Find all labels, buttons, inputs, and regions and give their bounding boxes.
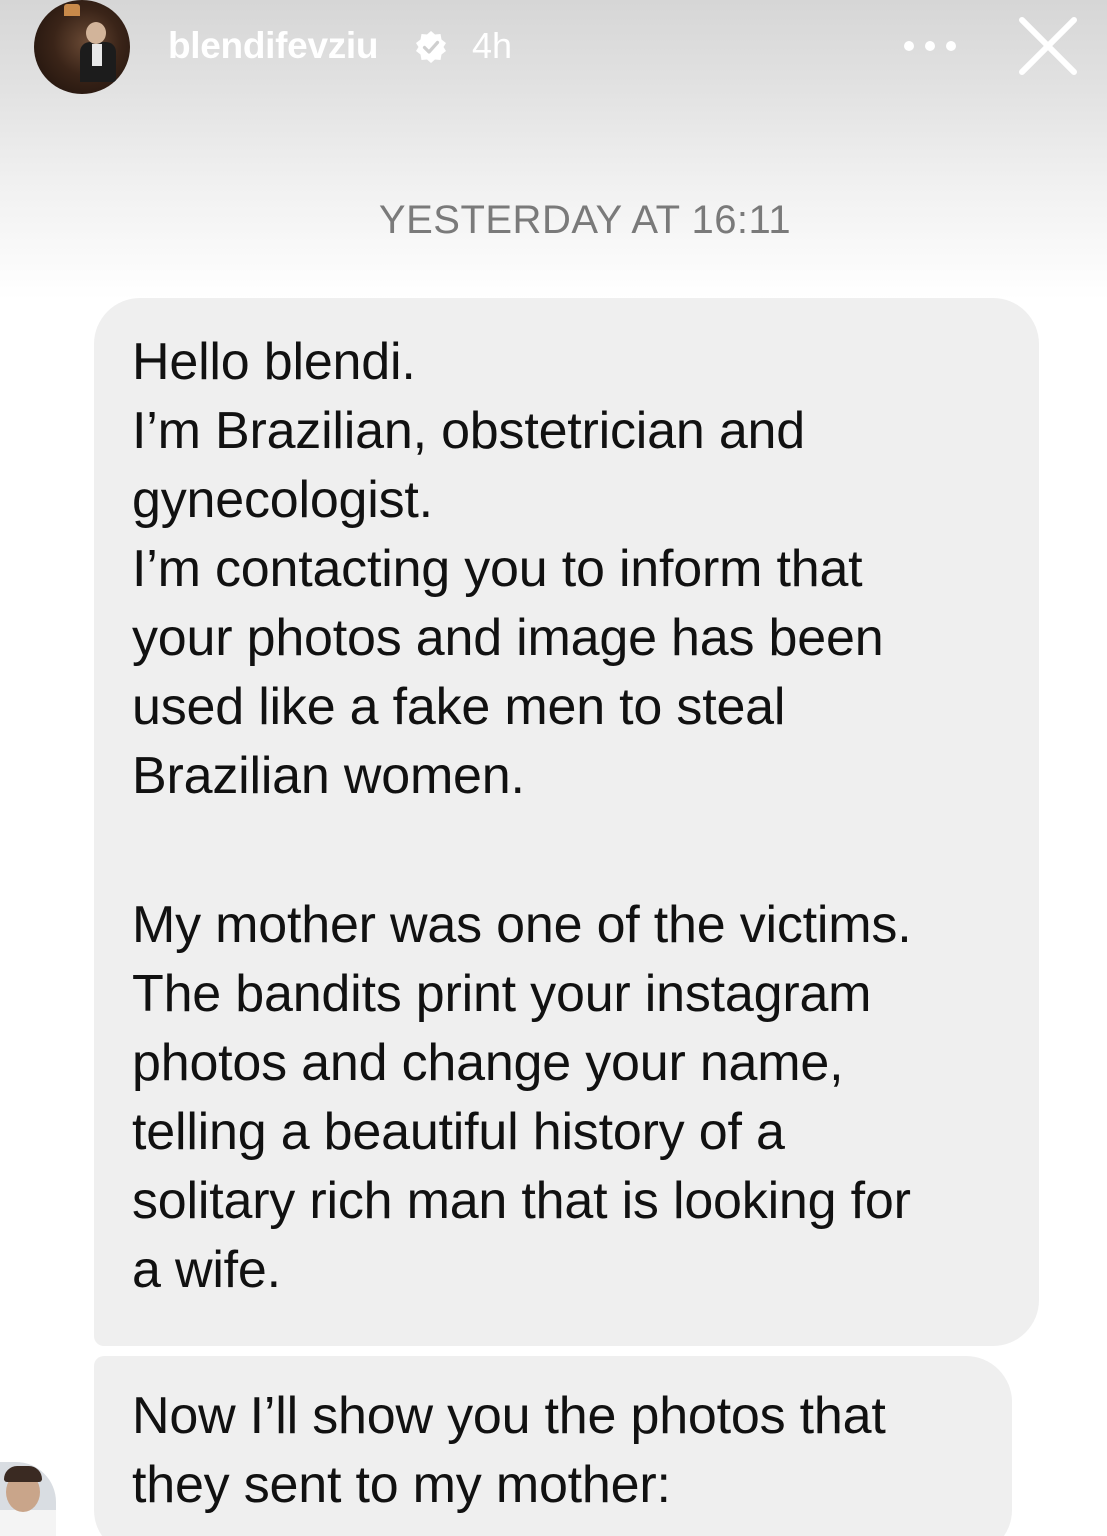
- message-line: gynecologist.: [132, 471, 433, 529]
- message-bubble[interactable]: Hello blendi. I’m Brazilian, obstetricia…: [94, 298, 1039, 1346]
- message-line: I’m Brazilian, obstetrician and: [132, 402, 805, 460]
- avatar-lamp-detail: [64, 4, 80, 16]
- message-line: My mother was one of the victims.: [132, 896, 912, 954]
- story-username[interactable]: blendifevziu: [168, 22, 379, 70]
- message-line: your photos and image has been: [132, 609, 884, 667]
- message-bubble[interactable]: Now I’ll show you the photos that they s…: [94, 1356, 1012, 1536]
- avatar-figure-shirt: [92, 44, 102, 66]
- story-viewer: blendifevziu 4h YESTERDAY AT 16:11 Hello…: [0, 0, 1107, 1536]
- message-line: Brazilian women.: [132, 747, 525, 805]
- sender-avatar-hair: [4, 1466, 42, 1482]
- more-horizontal-icon-dot: [946, 41, 956, 51]
- message-line: they sent to my mother:: [132, 1456, 671, 1514]
- message-line: Hello blendi.: [132, 333, 416, 391]
- message-line: The bandits print your instagram: [132, 965, 872, 1023]
- more-horizontal-icon: [904, 41, 914, 51]
- message-line: solitary rich man that is looking for: [132, 1172, 911, 1230]
- story-author-avatar[interactable]: [34, 0, 130, 94]
- message-line: photos and change your name,: [132, 1034, 844, 1092]
- story-header: blendifevziu 4h: [0, 0, 1107, 300]
- verified-badge-icon: [416, 31, 446, 63]
- message-line: used like a fake men to steal: [132, 678, 786, 736]
- sender-avatar-coat: [0, 1510, 56, 1536]
- avatar-figure-head: [86, 22, 106, 44]
- message-line: telling a beautiful history of a: [132, 1103, 785, 1161]
- more-options-button[interactable]: [900, 26, 960, 66]
- message-line: I’m contacting you to inform that: [132, 540, 863, 598]
- message-line: a wife.: [132, 1241, 281, 1299]
- more-horizontal-icon-dot: [925, 41, 935, 51]
- sender-avatar[interactable]: [0, 1462, 56, 1536]
- close-icon[interactable]: [1012, 10, 1084, 82]
- message-line: Now I’ll show you the photos that: [132, 1387, 886, 1445]
- story-time-ago: 4h: [472, 25, 513, 66]
- message-timestamp: YESTERDAY AT 16:11: [378, 198, 792, 242]
